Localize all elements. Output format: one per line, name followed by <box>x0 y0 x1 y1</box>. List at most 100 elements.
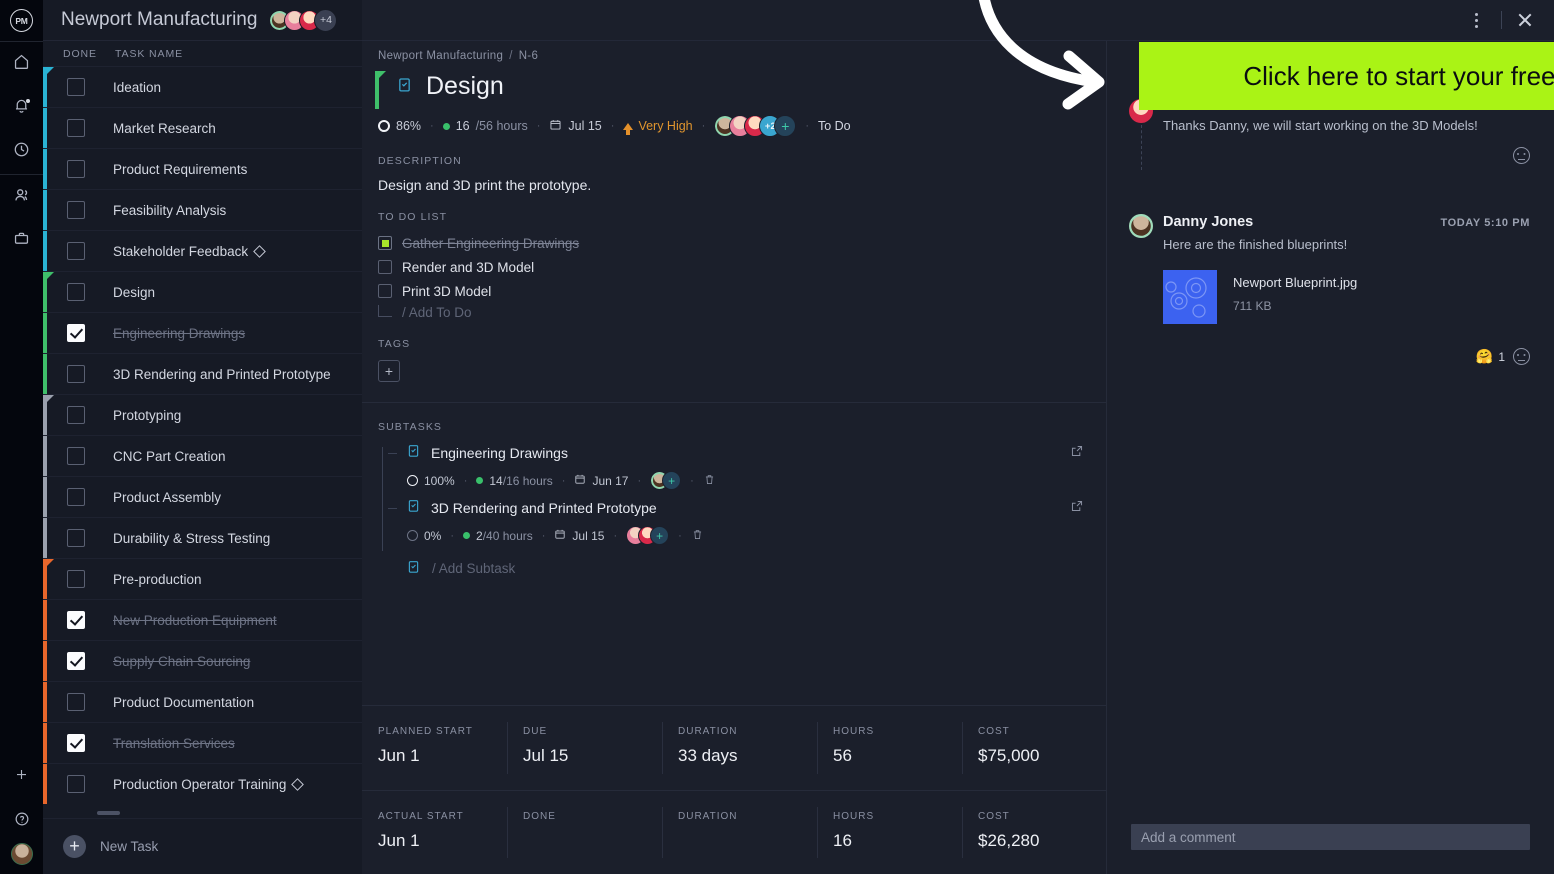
open-subtask-icon[interactable] <box>1070 444 1084 463</box>
stat-label: COST <box>978 726 1010 737</box>
breadcrumb-task-id[interactable]: N-6 <box>519 50 538 62</box>
task-row[interactable]: CNC Part Creation <box>43 435 362 476</box>
add-assignee-button[interactable]: + <box>650 526 670 545</box>
task-done-checkbox[interactable] <box>67 775 85 793</box>
task-row[interactable]: Product Assembly <box>43 476 362 517</box>
task-row[interactable]: Feasibility Analysis <box>43 189 362 230</box>
task-row[interactable]: Market Research <box>43 107 362 148</box>
add-assignee-button[interactable]: + <box>774 115 797 137</box>
task-row[interactable]: Stakeholder Feedback <box>43 230 362 271</box>
task-row[interactable]: Pre-production <box>43 558 362 599</box>
task-done-checkbox[interactable] <box>67 78 85 96</box>
progress-meta[interactable]: 86% <box>378 119 421 133</box>
comment-reactions[interactable]: 🤗 1 <box>1163 348 1530 365</box>
task-done-checkbox[interactable] <box>67 119 85 137</box>
delete-subtask-icon[interactable] <box>691 528 704 544</box>
task-row[interactable]: Product Requirements <box>43 148 362 189</box>
nav-notifications[interactable] <box>0 86 43 130</box>
task-done-checkbox[interactable] <box>67 488 85 506</box>
open-subtask-icon[interactable] <box>1070 499 1084 518</box>
task-done-checkbox[interactable] <box>67 365 85 383</box>
task-row[interactable]: 3D Rendering and Printed Prototype <box>43 353 362 394</box>
nav-add[interactable] <box>0 755 43 799</box>
hours-meta[interactable]: 16/56 hours <box>442 119 528 133</box>
task-row[interactable]: Design <box>43 271 362 312</box>
comment-reactions[interactable] <box>1163 147 1530 164</box>
task-name-label: Product Assembly <box>113 489 222 505</box>
status-badge[interactable]: To Do <box>818 119 851 133</box>
delete-subtask-icon[interactable] <box>703 473 716 489</box>
nav-portfolio[interactable] <box>0 219 43 263</box>
nav-time[interactable] <box>0 130 43 174</box>
todo-checkbox[interactable] <box>378 260 392 274</box>
task-done-checkbox[interactable] <box>67 693 85 711</box>
due-date-value: Jul 15 <box>568 119 602 133</box>
add-assignee-button[interactable]: + <box>662 471 682 490</box>
add-subtask-button[interactable]: / Add Subtask <box>388 559 1106 577</box>
task-done-checkbox[interactable] <box>67 406 85 424</box>
breadcrumb-project[interactable]: Newport Manufacturing <box>378 50 503 62</box>
todo-item[interactable]: Gather Engineering Drawings <box>378 233 1106 253</box>
nav-help[interactable] <box>0 799 43 843</box>
free-trial-cta-banner[interactable]: Click here to start your free trial <box>1139 42 1554 110</box>
assignees[interactable]: +2 + <box>714 115 797 137</box>
new-task-button[interactable]: + New Task <box>43 818 362 874</box>
stat-cell: COST $26,280 <box>962 791 1106 874</box>
subtask-item[interactable]: Engineering Drawings 100% · 14/16 hours · Jun… <box>388 443 1106 498</box>
nav-people[interactable] <box>0 175 43 219</box>
task-done-checkbox[interactable] <box>67 283 85 301</box>
todo-checkbox[interactable] <box>378 236 392 250</box>
project-members-avatars[interactable]: +4 <box>269 8 338 32</box>
cta-arrow-graphic <box>979 0 1105 110</box>
task-done-checkbox[interactable] <box>67 529 85 547</box>
todo-item[interactable]: Render and 3D Model <box>378 257 1106 277</box>
notification-badge-dot <box>26 99 30 103</box>
task-done-checkbox[interactable] <box>67 160 85 178</box>
task-group-color-bar <box>43 436 47 476</box>
add-tag-button[interactable]: + <box>378 360 400 382</box>
task-done-checkbox[interactable] <box>67 570 85 588</box>
add-reaction-icon[interactable] <box>1513 348 1530 365</box>
task-group-color-bar <box>43 477 47 517</box>
task-done-checkbox[interactable] <box>67 201 85 219</box>
description-text[interactable]: Design and 3D print the prototype. <box>378 177 1106 193</box>
reaction-pill[interactable]: 🤗 1 <box>1476 348 1505 365</box>
task-name-label: Production Operator Training <box>113 776 287 792</box>
todo-item[interactable]: Print 3D Model <box>378 281 1106 301</box>
subtask-assignees[interactable]: + <box>650 471 682 490</box>
add-reaction-icon[interactable] <box>1513 147 1530 164</box>
task-row[interactable]: Ideation <box>43 66 362 107</box>
priority-meta[interactable]: Very High <box>623 119 693 135</box>
task-row[interactable]: Translation Services <box>43 722 362 763</box>
nav-home[interactable] <box>0 42 43 86</box>
task-done-checkbox[interactable] <box>67 447 85 465</box>
add-todo-button[interactable]: / Add To Do <box>378 305 1106 320</box>
app-window: PM Newport Manufacturing +4 DONE TASK NA… <box>0 0 1554 874</box>
comment-list: TODAY 5:12 PMThanks Danny, we will start… <box>1107 41 1554 810</box>
scroll-indicator[interactable] <box>97 811 120 815</box>
task-row[interactable]: Supply Chain Sourcing <box>43 640 362 681</box>
task-done-checkbox[interactable] <box>67 324 85 342</box>
task-done-checkbox[interactable] <box>67 652 85 670</box>
task-row[interactable]: Durability & Stress Testing <box>43 517 362 558</box>
task-row[interactable]: Prototyping <box>43 394 362 435</box>
task-row[interactable]: Engineering Drawings <box>43 312 362 353</box>
current-user-avatar[interactable] <box>10 843 33 865</box>
comment-attachment[interactable]: Newport Blueprint.jpg 711 KB <box>1163 270 1530 324</box>
app-logo[interactable]: PM <box>0 0 43 41</box>
subtask-item[interactable]: 3D Rendering and Printed Prototype 0% · 2/4… <box>388 498 1106 553</box>
more-options-icon[interactable] <box>1459 3 1493 37</box>
subtask-assignees[interactable]: + <box>626 526 670 545</box>
due-date-meta[interactable]: Jul 15 <box>549 118 602 134</box>
close-icon[interactable] <box>1510 5 1540 35</box>
task-row[interactable]: Product Documentation <box>43 681 362 722</box>
task-done-checkbox[interactable] <box>67 734 85 752</box>
task-row[interactable]: New Production Equipment <box>43 599 362 640</box>
stat-value: $75,000 <box>978 746 1040 765</box>
comment-input[interactable] <box>1131 824 1530 850</box>
topbar-divider <box>1501 11 1502 29</box>
task-row[interactable]: Production Operator Training <box>43 763 362 804</box>
task-done-checkbox[interactable] <box>67 242 85 260</box>
todo-checkbox[interactable] <box>378 284 392 298</box>
task-done-checkbox[interactable] <box>67 611 85 629</box>
